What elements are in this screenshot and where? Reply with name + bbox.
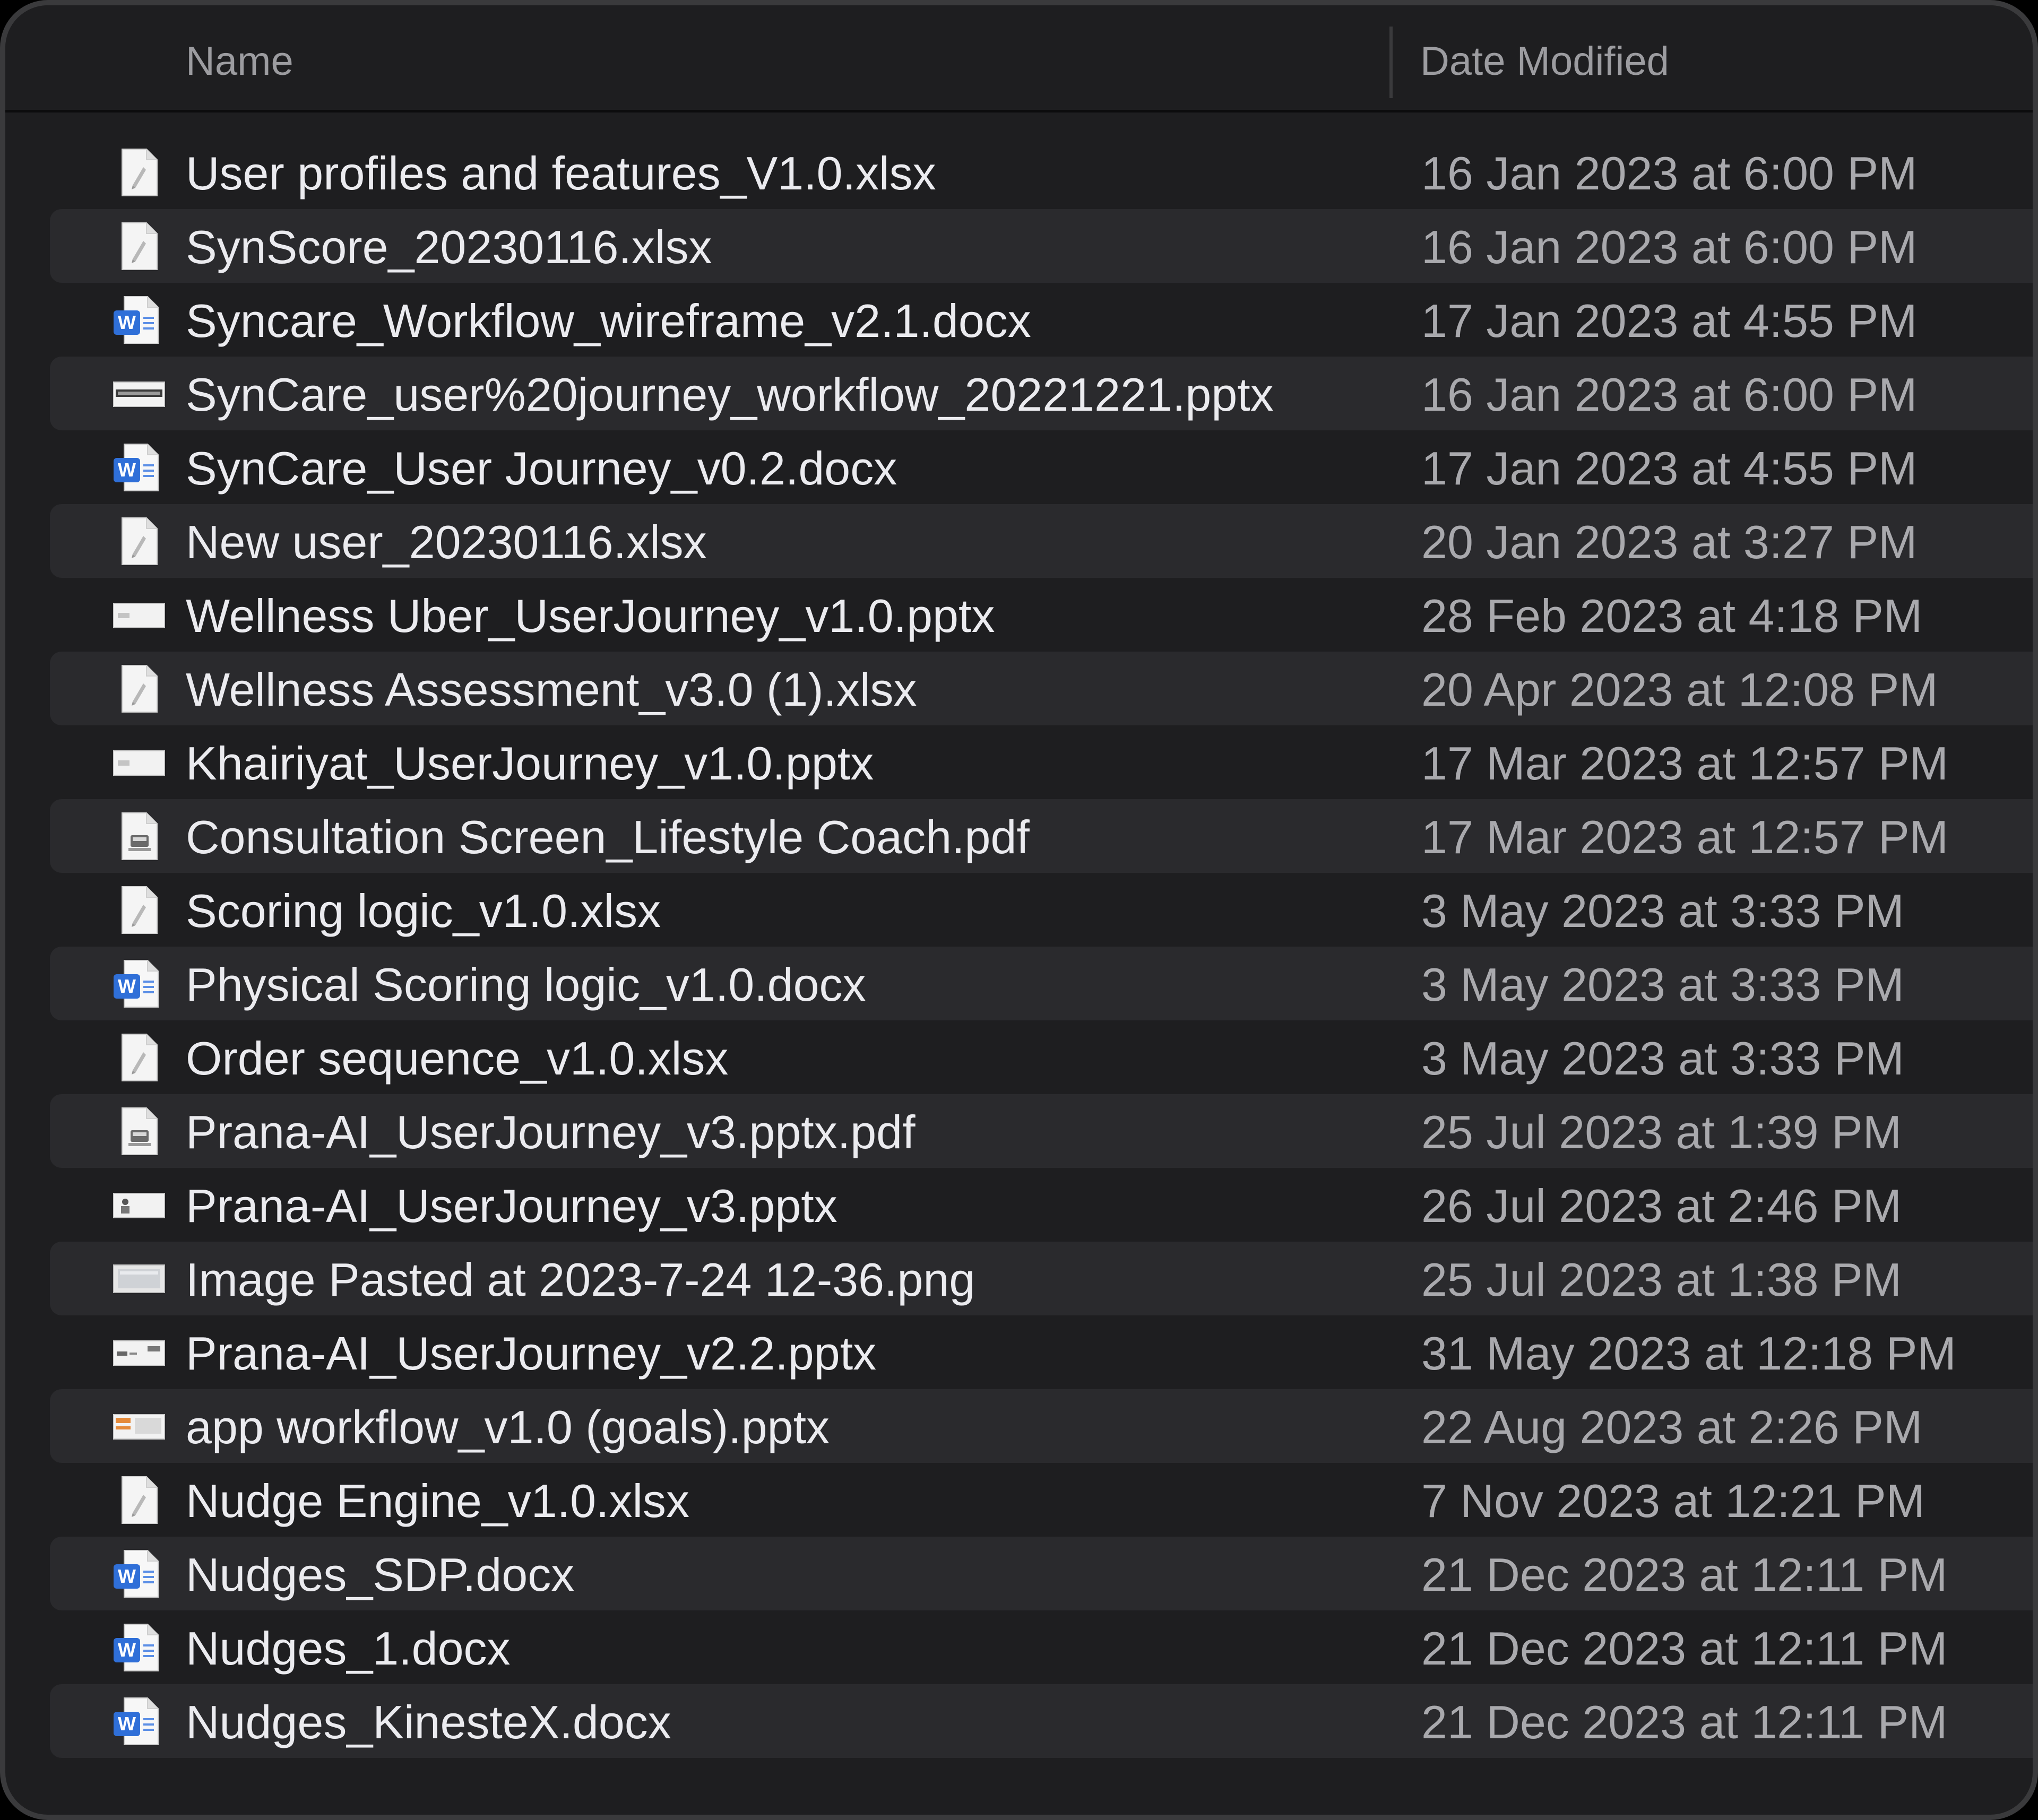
file-date-modified: 17 Mar 2023 at 12:57 PM	[1421, 737, 1949, 790]
presentation-thumbnail-icon	[113, 590, 166, 640]
file-row[interactable]: Khairiyat_UserJourney_v1.0.pptx 17 Mar 20…	[50, 725, 2033, 799]
file-name: Nudges_SDP.docx	[186, 1548, 575, 1601]
file-date-modified: 21 Dec 2023 at 12:11 PM	[1421, 1622, 1948, 1675]
file-date-modified: 21 Dec 2023 at 12:11 PM	[1421, 1696, 1948, 1748]
pdf-document-icon	[113, 1106, 166, 1157]
file-name: Prana-AI_UserJourney_v3.pptx.pdf	[186, 1106, 916, 1158]
file-name: Khairiyat_UserJourney_v1.0.pptx	[186, 737, 874, 790]
finder-window: Name Date Modified User profiles and fea…	[0, 0, 2038, 1820]
svg-text:W: W	[118, 311, 136, 333]
file-row[interactable]: W Nudges_KinesteX.docx 21 Dec 2023 at 12:1…	[50, 1684, 2033, 1758]
file-date-modified: 17 Mar 2023 at 12:57 PM	[1421, 811, 1949, 863]
file-row[interactable]: New user_20230116.xlsx 20 Jan 2023 at 3:2…	[50, 504, 2033, 578]
file-row[interactable]: Prana-AI_UserJourney_v3.pptx.pdf 25 Jul 2…	[50, 1094, 2033, 1168]
file-name: Image Pasted at 2023-7-24 12-36.png	[186, 1253, 975, 1306]
file-date-modified: 17 Jan 2023 at 4:55 PM	[1421, 294, 1918, 347]
spreadsheet-icon	[113, 516, 166, 567]
file-name: Physical Scoring logic_v1.0.docx	[186, 958, 866, 1011]
file-date-modified: 16 Jan 2023 at 6:00 PM	[1421, 221, 1918, 273]
file-date-modified: 16 Jan 2023 at 6:00 PM	[1421, 147, 1918, 200]
presentation-thumbnail-icon	[113, 368, 166, 419]
file-name: Nudges_KinesteX.docx	[186, 1696, 671, 1748]
file-row[interactable]: W SynCare_User Journey_v0.2.docx 17 Jan 20…	[50, 430, 2033, 504]
file-date-modified: 3 May 2023 at 3:33 PM	[1421, 885, 1904, 937]
file-date-modified: 22 Aug 2023 at 2:26 PM	[1421, 1401, 1923, 1453]
file-name: Wellness Assessment_v3.0 (1).xlsx	[186, 663, 917, 716]
file-date-modified: 3 May 2023 at 3:33 PM	[1421, 958, 1904, 1011]
presentation-thumbnail-icon	[113, 737, 166, 788]
file-row[interactable]: W Physical Scoring logic_v1.0.docx 3 May 2…	[50, 947, 2033, 1020]
file-row[interactable]: Prana-AI_UserJourney_v2.2.pptx 31 May 202…	[50, 1315, 2033, 1389]
presentation-thumbnail-icon	[113, 1180, 166, 1230]
file-row[interactable]: SynScore_20230116.xlsx 16 Jan 2023 at 6:0…	[50, 209, 2033, 283]
spreadsheet-icon	[113, 1475, 166, 1526]
word-document-icon: W	[113, 294, 166, 345]
file-name: User profiles and features_V1.0.xlsx	[186, 147, 936, 200]
file-name: Order sequence_v1.0.xlsx	[186, 1032, 729, 1085]
spreadsheet-icon	[113, 147, 166, 198]
svg-text:W: W	[118, 1639, 136, 1661]
column-divider[interactable]	[1389, 27, 1393, 98]
spreadsheet-icon	[113, 1032, 166, 1083]
list-header: Name Date Modified	[5, 5, 2033, 112]
spreadsheet-icon	[113, 221, 166, 272]
svg-text:W: W	[118, 975, 136, 997]
spreadsheet-icon	[113, 663, 166, 714]
spreadsheet-icon	[113, 885, 166, 935]
file-date-modified: 16 Jan 2023 at 6:00 PM	[1421, 368, 1918, 421]
file-row[interactable]: Wellness Uber_UserJourney_v1.0.pptx 28 Fe…	[50, 578, 2033, 652]
presentation-thumbnail-icon	[113, 1401, 166, 1452]
file-date-modified: 25 Jul 2023 at 1:39 PM	[1421, 1106, 1902, 1158]
file-name: SynCare_User Journey_v0.2.docx	[186, 442, 897, 495]
file-row[interactable]: Prana-AI_UserJourney_v3.pptx 26 Jul 2023 …	[50, 1168, 2033, 1242]
date-modified-column-header[interactable]: Date Modified	[1420, 38, 1669, 84]
file-name: Syncare_Workflow_wireframe_v2.1.docx	[186, 294, 1031, 347]
file-name: Prana-AI_UserJourney_v3.pptx	[186, 1180, 837, 1232]
svg-text:W: W	[118, 1713, 136, 1735]
file-row[interactable]: User profiles and features_V1.0.xlsx 16 J…	[50, 135, 2033, 209]
file-date-modified: 17 Jan 2023 at 4:55 PM	[1421, 442, 1918, 495]
file-name: Scoring logic_v1.0.xlsx	[186, 885, 661, 937]
file-row[interactable]: W Nudges_SDP.docx 21 Dec 2023 at 12:11 PM	[50, 1537, 2033, 1610]
file-date-modified: 31 May 2023 at 12:18 PM	[1421, 1327, 1956, 1380]
file-row[interactable]: Scoring logic_v1.0.xlsx 3 May 2023 at 3:3…	[50, 873, 2033, 947]
file-row[interactable]: Nudge Engine_v1.0.xlsx 7 Nov 2023 at 12:2…	[50, 1463, 2033, 1537]
file-row[interactable]: Image Pasted at 2023-7-24 12-36.png 25 Ju…	[50, 1242, 2033, 1315]
file-row[interactable]: W Nudges_1.docx 21 Dec 2023 at 12:11 PM	[50, 1610, 2033, 1684]
file-name: Nudges_1.docx	[186, 1622, 511, 1675]
word-document-icon: W	[113, 442, 166, 493]
file-name: Nudge Engine_v1.0.xlsx	[186, 1475, 690, 1527]
file-name: Consultation Screen_Lifestyle Coach.pdf	[186, 811, 1030, 863]
file-name: Wellness Uber_UserJourney_v1.0.pptx	[186, 590, 995, 642]
word-document-icon: W	[113, 958, 166, 1009]
file-row[interactable]: Order sequence_v1.0.xlsx 3 May 2023 at 3:…	[50, 1020, 2033, 1094]
file-date-modified: 21 Dec 2023 at 12:11 PM	[1421, 1548, 1948, 1601]
word-document-icon: W	[113, 1622, 166, 1673]
svg-text:W: W	[118, 459, 136, 481]
file-row[interactable]: W Syncare_Workflow_wireframe_v2.1.docx 17 …	[50, 283, 2033, 357]
file-row[interactable]: app workflow_v1.0 (goals).pptx 22 Aug 202…	[50, 1389, 2033, 1463]
file-row[interactable]: Wellness Assessment_v3.0 (1).xlsx 20 Apr …	[50, 652, 2033, 725]
file-name: Prana-AI_UserJourney_v2.2.pptx	[186, 1327, 877, 1380]
file-name: New user_20230116.xlsx	[186, 516, 707, 568]
file-date-modified: 26 Jul 2023 at 2:46 PM	[1421, 1180, 1902, 1232]
file-name: app workflow_v1.0 (goals).pptx	[186, 1401, 830, 1453]
file-date-modified: 7 Nov 2023 at 12:21 PM	[1421, 1475, 1925, 1527]
file-date-modified: 20 Apr 2023 at 12:08 PM	[1421, 663, 1938, 716]
file-date-modified: 20 Jan 2023 at 3:27 PM	[1421, 516, 1918, 568]
file-name: SynScore_20230116.xlsx	[186, 221, 712, 273]
file-date-modified: 25 Jul 2023 at 1:38 PM	[1421, 1253, 1902, 1306]
presentation-thumbnail-icon	[113, 1327, 166, 1378]
name-column-header[interactable]: Name	[186, 38, 293, 84]
file-row[interactable]: Consultation Screen_Lifestyle Coach.pdf 1…	[50, 799, 2033, 873]
image-thumbnail-icon	[113, 1253, 166, 1304]
pdf-document-icon	[113, 811, 166, 862]
file-name: SynCare_user%20journey_workflow_20221221…	[186, 368, 1274, 421]
word-document-icon: W	[113, 1696, 166, 1747]
file-date-modified: 28 Feb 2023 at 4:18 PM	[1421, 590, 1923, 642]
file-row[interactable]: SynCare_user%20journey_workflow_20221221…	[50, 357, 2033, 430]
word-document-icon: W	[113, 1548, 166, 1599]
svg-text:W: W	[118, 1565, 136, 1587]
file-date-modified: 3 May 2023 at 3:33 PM	[1421, 1032, 1904, 1085]
